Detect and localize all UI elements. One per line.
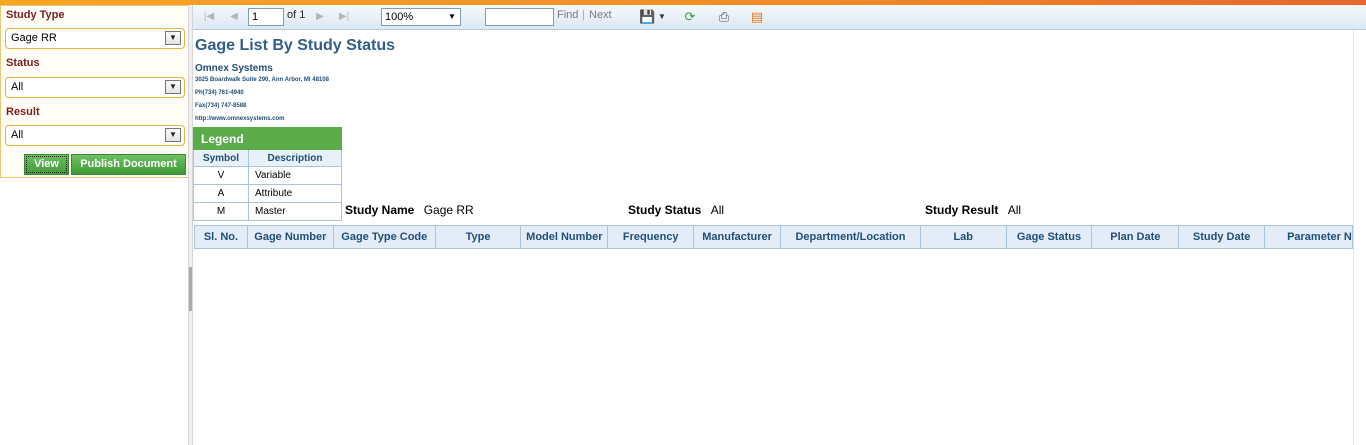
column-header: Gage Status [1005, 225, 1093, 249]
chevron-down-icon[interactable]: ▼ [165, 31, 181, 45]
column-header: Plan Date [1091, 225, 1180, 249]
study-type-value: Gage RR [11, 32, 57, 44]
report-body: Gage List By Study Status Omnex Systems … [193, 30, 1353, 445]
legend-description: Variable [248, 166, 342, 185]
criteria-study-name: Study Name Gage RR [345, 203, 474, 217]
find-input[interactable] [485, 8, 554, 26]
result-label: Result [6, 106, 40, 118]
study-name-value: Gage RR [423, 203, 474, 217]
publish-document-button[interactable]: Publish Document [71, 154, 186, 175]
column-header: Lab [919, 225, 1007, 249]
report-title: Gage List By Study Status [195, 37, 396, 54]
status-value: All [11, 81, 24, 93]
result-select[interactable]: All ▼ [5, 125, 185, 146]
study-type-label: Study Type [6, 9, 65, 21]
gage-list-table: Sl. No. Gage Number Gage Type Code Type … [194, 225, 1353, 249]
export-dropdown-icon[interactable]: ▼ [654, 9, 670, 25]
legend-row: V Variable [193, 166, 342, 185]
study-status-value: All [710, 203, 725, 217]
legend-symbol: V [193, 166, 249, 185]
status-label: Status [6, 57, 40, 69]
column-header: Frequency [607, 225, 695, 249]
legend-symbol-header: Symbol [193, 149, 249, 167]
study-name-label: Study Name [345, 203, 415, 217]
status-select[interactable]: All ▼ [5, 77, 185, 98]
column-header: Type [434, 225, 522, 249]
column-header: Parameter N [1264, 225, 1353, 249]
filter-panel: Study Type Gage RR ▼ Status All ▼ Result… [0, 5, 189, 178]
study-result-label: Study Result [925, 203, 999, 217]
criteria-study-result: Study Result All [925, 203, 1021, 217]
zoom-select[interactable]: 100% ▼ [381, 8, 461, 26]
legend-title: Legend [193, 127, 342, 150]
column-header: Sl. No. [194, 225, 248, 249]
refresh-icon[interactable]: ⟳ [682, 9, 698, 25]
first-page-icon[interactable]: |◀ [202, 10, 216, 24]
legend-symbol: M [193, 202, 249, 221]
column-header: Study Date [1178, 225, 1266, 249]
legend-description-header: Description [248, 149, 342, 167]
company-fax: Fax(734) 747-8588 [195, 103, 247, 109]
find-separator: | [582, 9, 585, 21]
table-header-row: Sl. No. Gage Number Gage Type Code Type … [194, 225, 1353, 249]
splitter-grip[interactable] [189, 267, 192, 311]
column-header: Manufacturer [693, 225, 782, 249]
legend-symbol: A [193, 184, 249, 203]
company-address: 3025 Boardwalk Suite 290, Ann Arbor, MI … [195, 77, 329, 83]
previous-page-icon[interactable]: ◀ [227, 10, 241, 24]
company-website: http://www.omnexsystems.com [195, 116, 285, 122]
chevron-down-icon[interactable]: ▼ [165, 128, 181, 142]
chevron-down-icon[interactable]: ▼ [445, 10, 459, 24]
view-button[interactable]: View [24, 154, 69, 175]
result-value: All [11, 129, 24, 141]
find-link[interactable]: Find [557, 9, 578, 21]
legend-table: Legend Symbol Description V Variable A A… [193, 127, 342, 221]
company-phone: Ph(734) 761-4940 [195, 90, 244, 96]
next-page-icon[interactable]: ▶ [313, 10, 327, 24]
column-header: Model Number [520, 225, 609, 249]
company-name: Omnex Systems [195, 63, 273, 74]
report-scrollbar[interactable] [1353, 30, 1366, 445]
last-page-icon[interactable]: ▶| [337, 10, 351, 24]
study-result-value: All [1007, 203, 1022, 217]
column-header: Gage Type Code [332, 225, 436, 249]
print-icon[interactable]: ⎙ [716, 9, 732, 25]
export-icon[interactable]: 💾 [639, 9, 655, 25]
zoom-value: 100% [385, 11, 414, 23]
column-header: Department/Location [780, 225, 921, 249]
page-count: of 1 [287, 9, 306, 21]
chevron-down-icon[interactable]: ▼ [165, 80, 181, 94]
legend-row: A Attribute [193, 184, 342, 203]
study-type-select[interactable]: Gage RR ▼ [5, 28, 185, 49]
column-header: Gage Number [246, 225, 334, 249]
page-number-input[interactable]: 1 [248, 8, 284, 26]
data-feed-icon[interactable]: ▤ [749, 9, 765, 25]
report-toolbar: |◀ ◀ 1 of 1 ▶ ▶| 100% ▼ Find | Next 💾 ▼ … [193, 5, 1366, 30]
legend-row: M Master [193, 202, 342, 221]
legend-description: Master [248, 202, 342, 221]
criteria-study-status: Study Status All [628, 203, 724, 217]
legend-description: Attribute [248, 184, 342, 203]
study-status-label: Study Status [628, 203, 702, 217]
next-link[interactable]: Next [589, 9, 612, 21]
